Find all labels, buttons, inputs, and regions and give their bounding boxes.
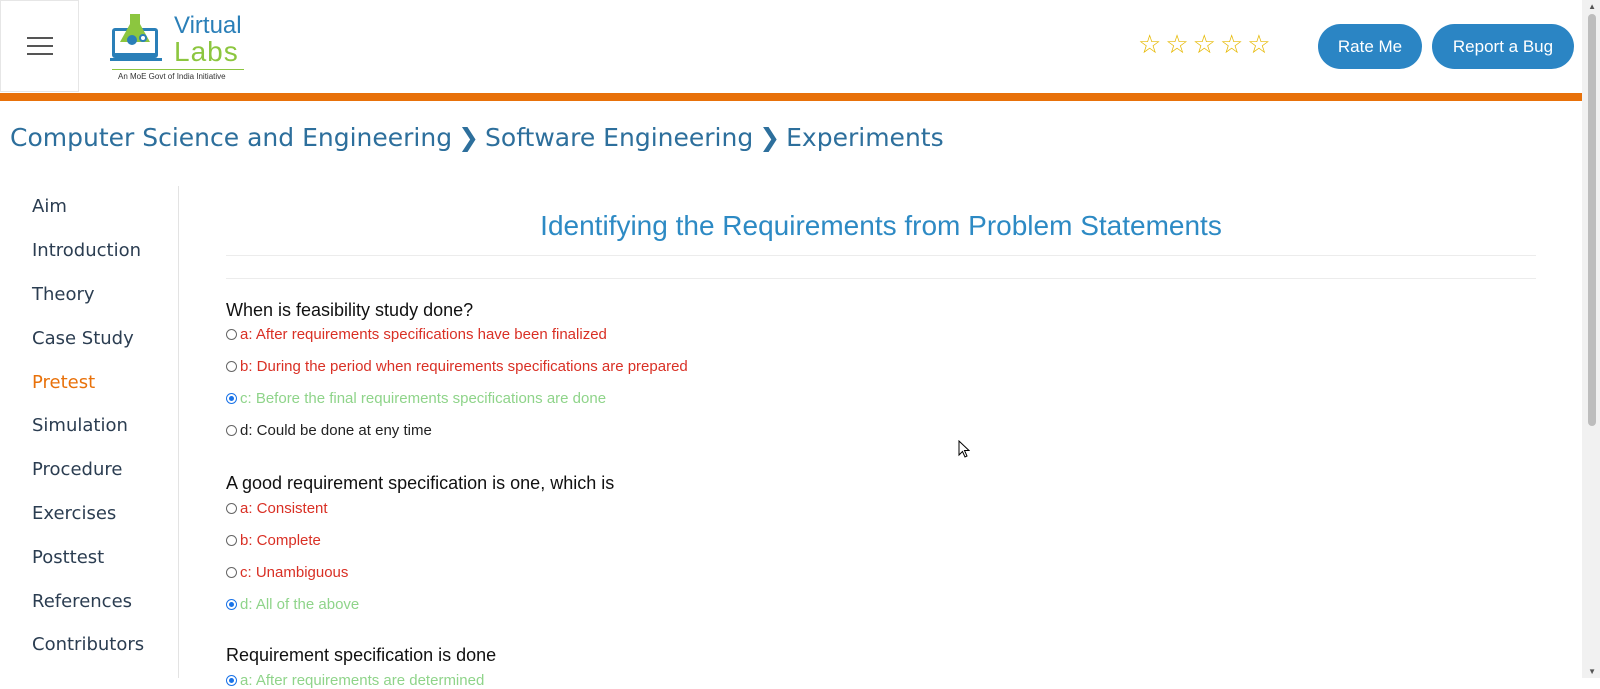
sidebar-item-procedure[interactable]: Procedure <box>32 459 122 480</box>
radio-button[interactable] <box>226 361 237 372</box>
radio-button[interactable] <box>226 599 237 610</box>
chevron-right-icon: ❯ <box>759 123 781 152</box>
answer-option[interactable]: b: Complete <box>226 532 321 549</box>
answer-option[interactable]: c: Before the final requirements specifi… <box>226 390 606 407</box>
option-label: a: Consistent <box>240 500 328 517</box>
answer-option[interactable]: a: After requirements specifications hav… <box>226 326 607 343</box>
option-label: d: All of the above <box>240 596 360 613</box>
radio-button[interactable] <box>226 393 237 404</box>
sidebar-item-pretest[interactable]: Pretest <box>32 372 95 393</box>
flask-logo-icon <box>110 14 162 61</box>
rating-stars: ☆ ☆ ☆ ☆ ☆ <box>1138 31 1271 57</box>
breadcrumb-item-experiments[interactable]: Experiments <box>786 123 943 152</box>
breadcrumb: Computer Science and Engineering ❯ Softwar… <box>10 123 944 152</box>
sidebar-item-exercises[interactable]: Exercises <box>32 503 116 524</box>
virtual-labs-logo[interactable]: Virtual Labs An MoE Govt of India Initia… <box>110 8 260 86</box>
sidebar-item-aim[interactable]: Aim <box>32 196 67 217</box>
mouse-pointer-icon <box>958 440 970 458</box>
star-icon[interactable]: ☆ <box>1220 31 1243 57</box>
sidebar-item-case-study[interactable]: Case Study <box>32 328 134 349</box>
hamburger-icon <box>26 37 53 55</box>
answer-option[interactable]: a: Consistent <box>226 500 328 517</box>
question-text: Requirement specification is done <box>226 645 497 665</box>
brand-name-bottom: Labs <box>174 36 239 67</box>
star-icon[interactable]: ☆ <box>1138 31 1161 57</box>
divider <box>226 255 1536 256</box>
answer-option[interactable]: a: After requirements are determined <box>226 672 484 689</box>
radio-button[interactable] <box>226 503 237 514</box>
divider <box>226 278 1536 279</box>
scrollbar-thumb[interactable] <box>1588 14 1596 426</box>
sidebar-item-theory[interactable]: Theory <box>32 284 95 305</box>
experiment-sidebar: Aim Introduction Theory Case Study Prete… <box>0 186 179 678</box>
radio-button[interactable] <box>226 425 237 436</box>
brand-name-top: Virtual <box>174 12 242 39</box>
question-text: When is feasibility study done? <box>226 300 474 320</box>
answer-option[interactable]: d: Could be done at eny time <box>226 422 432 439</box>
option-label: a: After requirements are determined <box>240 672 485 689</box>
star-icon[interactable]: ☆ <box>1193 31 1216 57</box>
rate-me-button[interactable]: Rate Me <box>1318 24 1422 69</box>
option-label: c: Before the final requirements specifi… <box>240 390 607 407</box>
radio-button[interactable] <box>226 567 237 578</box>
vertical-scrollbar[interactable]: ▲ ▼ <box>1582 0 1600 678</box>
sidebar-item-simulation[interactable]: Simulation <box>32 415 128 436</box>
sidebar-item-introduction[interactable]: Introduction <box>32 240 141 261</box>
option-label: b: During the period when requirements s… <box>240 358 688 375</box>
sidebar-item-contributors[interactable]: Contributors <box>32 634 144 655</box>
star-icon[interactable]: ☆ <box>1247 31 1270 57</box>
breadcrumb-item-lab[interactable]: Software Engineering <box>485 123 753 152</box>
menu-toggle-button[interactable] <box>0 0 79 92</box>
option-label: d: Could be done at eny time <box>240 422 432 439</box>
header-accent-bar <box>0 93 1582 101</box>
scroll-up-arrow-icon[interactable]: ▲ <box>1588 2 1596 11</box>
answer-option[interactable]: b: During the period when requirements s… <box>226 358 688 375</box>
answer-option[interactable]: d: All of the above <box>226 596 359 613</box>
top-navbar: Virtual Labs An MoE Govt of India Initia… <box>0 0 1582 93</box>
answer-option[interactable]: c: Unambiguous <box>226 564 348 581</box>
logo-tagline: An MoE Govt of India Initiative <box>118 72 226 81</box>
chevron-right-icon: ❯ <box>458 123 480 152</box>
star-icon[interactable]: ☆ <box>1165 31 1188 57</box>
breadcrumb-item-discipline[interactable]: Computer Science and Engineering <box>10 123 452 152</box>
report-bug-button[interactable]: Report a Bug <box>1432 24 1574 69</box>
scroll-down-arrow-icon[interactable]: ▼ <box>1588 667 1596 676</box>
radio-button[interactable] <box>226 329 237 340</box>
option-label: a: After requirements specifications hav… <box>240 326 607 343</box>
radio-button[interactable] <box>226 535 237 546</box>
option-label: b: Complete <box>240 532 321 549</box>
radio-button[interactable] <box>226 675 237 686</box>
sidebar-item-posttest[interactable]: Posttest <box>32 547 104 568</box>
option-label: c: Unambiguous <box>240 564 349 581</box>
logo-divider <box>112 69 244 70</box>
sidebar-item-references[interactable]: References <box>32 591 132 612</box>
question-text: A good requirement specification is one,… <box>226 473 615 493</box>
page-title: Identifying the Requirements from Proble… <box>540 210 1222 241</box>
